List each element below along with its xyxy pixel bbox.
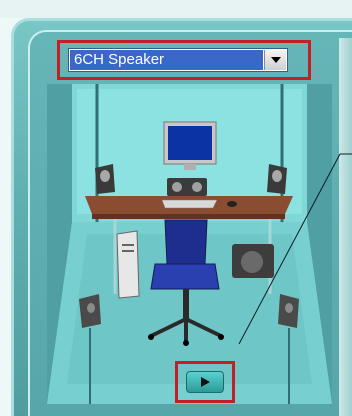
chevron-down-icon[interactable] (264, 50, 286, 70)
right-edge-strip (339, 38, 352, 416)
play-icon (199, 376, 211, 388)
top-strip (0, 0, 352, 18)
test-speaker-play-button[interactable] (186, 371, 224, 393)
speaker-config-value: 6CH Speaker (70, 50, 263, 70)
speaker-config-dropdown[interactable]: 6CH Speaker (68, 48, 288, 72)
speaker-room-illustration (47, 84, 332, 404)
